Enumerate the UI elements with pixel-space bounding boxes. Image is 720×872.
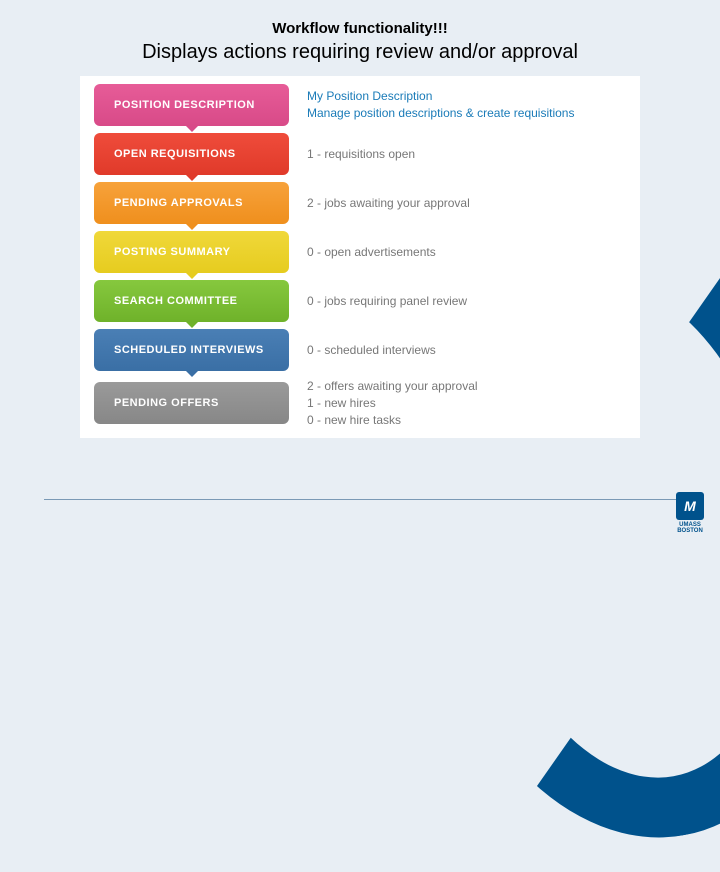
- workflow-pill[interactable]: POSTING SUMMARY: [94, 231, 289, 273]
- workflow-pill[interactable]: POSITION DESCRIPTION: [94, 84, 289, 126]
- workflow-row: POSITION DESCRIPTION My Position Descript…: [94, 84, 626, 126]
- workflow-row: POSTING SUMMARY 0 - open advertisements: [94, 231, 626, 273]
- workflow-desc-line: 2 - jobs awaiting your approval: [307, 195, 470, 212]
- workflow-desc-line: 0 - open advertisements: [307, 244, 436, 261]
- footer-divider: [44, 499, 676, 500]
- workflow-desc: 1 - requisitions open: [307, 146, 415, 163]
- workflow-desc-line: 2 - offers awaiting your approval: [307, 378, 478, 395]
- workflow-desc: 2 - offers awaiting your approval1 - new…: [307, 378, 478, 428]
- logo: M UMASS BOSTON: [676, 492, 704, 534]
- workflow-desc-line: 0 - jobs requiring panel review: [307, 293, 467, 310]
- workflow-desc: My Position DescriptionManage position d…: [307, 88, 574, 122]
- page-title: Workflow functionality!!!: [0, 20, 720, 37]
- workflow-desc-line: 0 - new hire tasks: [307, 412, 478, 429]
- logo-mark: M: [676, 492, 704, 520]
- workflow-row: PENDING APPROVALS 2 - jobs awaiting your …: [94, 182, 626, 224]
- workflow-desc-line: 1 - new hires: [307, 395, 478, 412]
- workflow-row: SCHEDULED INTERVIEWS 0 - scheduled interv…: [94, 329, 626, 371]
- workflow-pill[interactable]: SCHEDULED INTERVIEWS: [94, 329, 289, 371]
- workflow-pill[interactable]: SEARCH COMMITTEE: [94, 280, 289, 322]
- logo-line2: BOSTON: [676, 528, 704, 534]
- workflow-row: OPEN REQUISITIONS 1 - requisitions open: [94, 133, 626, 175]
- workflow-row: PENDING OFFERS 2 - offers awaiting your a…: [94, 378, 626, 428]
- workflow-pill[interactable]: OPEN REQUISITIONS: [94, 133, 289, 175]
- workflow-desc: 0 - jobs requiring panel review: [307, 293, 467, 310]
- workflow-desc-line: Manage position descriptions & create re…: [307, 105, 574, 122]
- workflow-row: SEARCH COMMITTEE 0 - jobs requiring panel…: [94, 280, 626, 322]
- workflow-desc: 2 - jobs awaiting your approval: [307, 195, 470, 212]
- workflow-desc-line: 0 - scheduled interviews: [307, 342, 436, 359]
- workflow-desc-line: 1 - requisitions open: [307, 146, 415, 163]
- header: Workflow functionality!!! Displays actio…: [0, 0, 720, 64]
- workflow-pill[interactable]: PENDING APPROVALS: [94, 182, 289, 224]
- workflow-desc-line: My Position Description: [307, 88, 574, 105]
- workflow-panel: POSITION DESCRIPTION My Position Descript…: [80, 76, 640, 438]
- workflow-desc: 0 - open advertisements: [307, 244, 436, 261]
- workflow-pill[interactable]: PENDING OFFERS: [94, 382, 289, 424]
- workflow-desc: 0 - scheduled interviews: [307, 342, 436, 359]
- page-subtitle: Displays actions requiring review and/or…: [0, 41, 720, 64]
